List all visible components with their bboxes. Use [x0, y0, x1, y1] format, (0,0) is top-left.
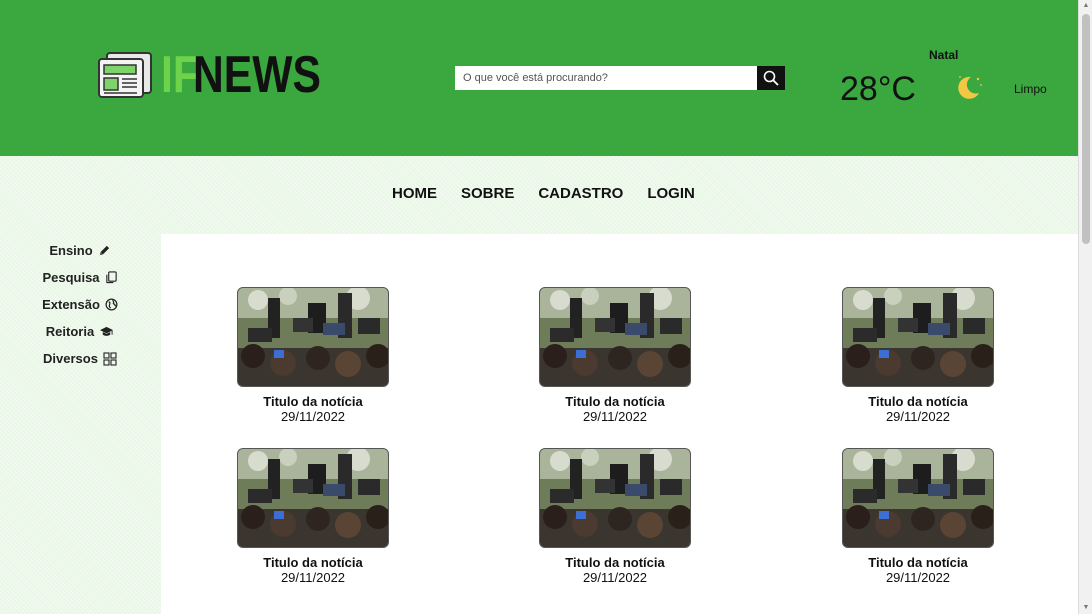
- nav-sobre[interactable]: SOBRE: [461, 185, 514, 202]
- scrollbar-thumb[interactable]: [1082, 14, 1090, 244]
- news-title: Titulo da notícia: [565, 555, 665, 570]
- news-title: Titulo da notícia: [565, 394, 665, 409]
- sidebar-item-reitoria[interactable]: Reitoria: [0, 318, 160, 345]
- news-date: 29/11/2022: [885, 570, 951, 585]
- globe-icon: [105, 298, 118, 311]
- news-title: Titulo da notícia: [263, 394, 363, 409]
- grid-icon: [103, 351, 117, 366]
- news-thumbnail: [237, 287, 389, 387]
- news-card[interactable]: Titulo da notícia 29/11/2022: [539, 448, 691, 585]
- sidebar-item-label: Diversos: [43, 351, 98, 366]
- sidebar-item-label: Extensão: [42, 297, 100, 312]
- pencil-icon: [99, 245, 109, 256]
- search-input[interactable]: [455, 66, 757, 90]
- news-thumbnail: [842, 448, 994, 548]
- nav-login[interactable]: LOGIN: [647, 185, 695, 202]
- news-date: 29/11/2022: [280, 570, 346, 585]
- nav-cadastro[interactable]: CADASTRO: [538, 185, 623, 202]
- scroll-up-arrow-icon[interactable]: ▲: [1082, 2, 1090, 10]
- news-date: 29/11/2022: [582, 570, 648, 585]
- logo-text-news: NEWS: [193, 46, 322, 104]
- news-title: Titulo da notícia: [868, 555, 968, 570]
- news-thumbnail: [842, 287, 994, 387]
- news-title: Titulo da notícia: [263, 555, 363, 570]
- press-crowd-image: [540, 449, 690, 547]
- site-header: IF NEWS Natal 28°C Limpo: [0, 0, 1078, 156]
- press-crowd-image: [238, 288, 388, 386]
- sidebar-item-diversos[interactable]: Diversos: [0, 345, 160, 372]
- sidebar-item-label: Reitoria: [45, 324, 95, 339]
- sidebar-item-extensao[interactable]: Extensão: [0, 291, 160, 318]
- site-logo[interactable]: IF NEWS: [97, 49, 349, 101]
- news-card[interactable]: Titulo da notícia 29/11/2022: [842, 287, 994, 424]
- sidebar-item-label: Ensino: [49, 243, 93, 258]
- main-nav: HOME SOBRE CADASTRO LOGIN: [392, 185, 695, 202]
- news-thumbnail: [539, 287, 691, 387]
- news-card[interactable]: Titulo da notícia 29/11/2022: [237, 287, 389, 424]
- sidebar-item-ensino[interactable]: Ensino: [0, 237, 160, 264]
- search-bar: [455, 66, 785, 90]
- copy-icon: [105, 271, 117, 284]
- weather-city: Natal: [929, 48, 959, 62]
- search-icon: [763, 70, 779, 86]
- sidebar-item-pesquisa[interactable]: Pesquisa: [0, 264, 160, 291]
- page-scrollbar[interactable]: ▲ ▼: [1078, 0, 1092, 614]
- news-card[interactable]: Titulo da notícia 29/11/2022: [539, 287, 691, 424]
- press-crowd-image: [843, 288, 993, 386]
- weather-temperature: 28°C: [840, 70, 916, 108]
- news-title: Titulo da notícia: [868, 394, 968, 409]
- news-card[interactable]: Titulo da notícia 29/11/2022: [842, 448, 994, 585]
- news-thumbnail: [237, 448, 389, 548]
- news-date: 29/11/2022: [582, 409, 648, 424]
- sidebar-item-label: Pesquisa: [42, 270, 100, 285]
- news-date: 29/11/2022: [280, 409, 346, 424]
- category-sidebar: Ensino Pesquisa Extensão Reitoria Divers…: [0, 237, 160, 372]
- scroll-down-arrow-icon[interactable]: ▼: [1082, 604, 1090, 612]
- weather-condition: Limpo: [1014, 82, 1047, 96]
- news-feed: Titulo da notícia 29/11/2022 Titulo da n…: [161, 234, 1078, 614]
- press-crowd-image: [238, 449, 388, 547]
- press-crowd-image: [843, 449, 993, 547]
- nav-home[interactable]: HOME: [392, 185, 437, 202]
- news-card[interactable]: Titulo da notícia 29/11/2022: [237, 448, 389, 585]
- press-crowd-image: [540, 288, 690, 386]
- newspaper-icon: [98, 52, 152, 98]
- moon-icon: [958, 76, 982, 99]
- search-button[interactable]: [757, 66, 785, 90]
- graduation-cap-icon: [100, 326, 114, 336]
- news-date: 29/11/2022: [885, 409, 951, 424]
- news-thumbnail: [539, 448, 691, 548]
